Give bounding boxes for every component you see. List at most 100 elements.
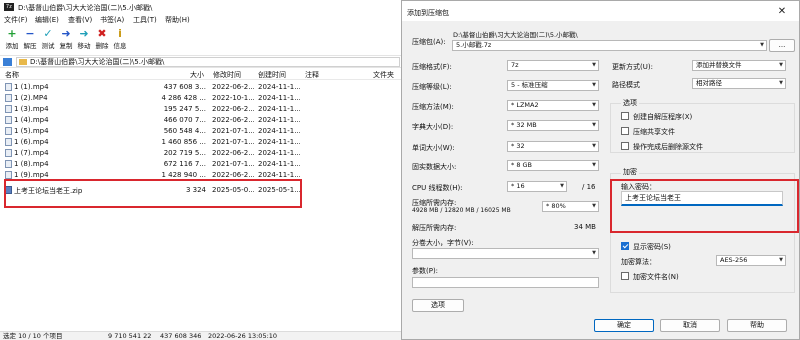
- sfx-label: 创建自解压程序(X): [633, 113, 693, 121]
- file-name: 1 (4).mp4: [14, 116, 49, 124]
- delete-after-checkbox[interactable]: [621, 142, 629, 150]
- chevron-down-icon: ▼: [760, 42, 764, 48]
- chevron-down-icon: ▼: [592, 250, 596, 256]
- video-file-icon: [5, 94, 12, 102]
- file-modified: 2022-06-2...: [212, 105, 254, 113]
- chevron-down-icon: ▼: [560, 183, 564, 189]
- file-list-header: 名称 大小 修改时间 创建时间 注释 文件夹: [0, 69, 401, 80]
- sfx-checkbox[interactable]: [621, 112, 629, 120]
- decompress-memory-value: 34 MB: [574, 223, 596, 231]
- file-size: 4 286 428 ...: [161, 94, 206, 102]
- parameters-input[interactable]: [412, 277, 599, 288]
- status-selected-size: 437 608 346: [160, 332, 202, 340]
- column-folders[interactable]: 文件夹: [373, 70, 394, 80]
- toolbar-delete-button[interactable]: ✖ 删除: [92, 27, 112, 53]
- path-mode-combobox[interactable]: 相对路径 ▼: [692, 78, 786, 89]
- file-modified: 2022-10-1...: [212, 94, 254, 102]
- method-combobox[interactable]: * LZMA2 ▼: [507, 100, 599, 111]
- format-combobox[interactable]: 7z ▼: [507, 60, 599, 71]
- parameters-label: 参数(P):: [412, 267, 439, 275]
- zip-file-highlight-box: [4, 179, 302, 208]
- file-name: 1 (7).mp4: [14, 149, 49, 157]
- toolbar-add-button[interactable]: + 添加: [2, 27, 22, 53]
- folder-up-icon[interactable]: [3, 58, 12, 66]
- file-created: 2024-11-1...: [258, 149, 300, 157]
- file-modified: 2022-06-2...: [212, 116, 254, 124]
- file-name: 1 (3).mp4: [14, 105, 49, 113]
- move-icon: ➜: [79, 27, 89, 40]
- threads-combobox[interactable]: * 16 ▼: [507, 181, 567, 192]
- split-volume-combobox[interactable]: ▼: [412, 248, 599, 259]
- file-created: 2024-11-1...: [258, 83, 300, 91]
- format-value: 7z: [511, 61, 519, 69]
- chevron-down-icon: ▼: [592, 162, 596, 168]
- memory-detail: 4928 MB / 12820 MB / 16025 MB: [412, 207, 511, 214]
- memory-usage-combobox[interactable]: * 80% ▼: [542, 201, 599, 212]
- encryption-method-combobox[interactable]: AES-256 ▼: [716, 255, 786, 266]
- file-modified: 2021-07-1...: [212, 138, 254, 146]
- file-name: 1 (5).mp4: [14, 127, 49, 135]
- column-created[interactable]: 创建时间: [258, 70, 286, 80]
- status-bar: 选定 10 / 10 个项目 9 710 541 22 437 608 346 …: [0, 331, 401, 340]
- chevron-down-icon: ▼: [592, 82, 596, 88]
- file-name: 1 (9).mp4: [14, 171, 49, 179]
- shared-files-checkbox[interactable]: [621, 127, 629, 135]
- file-manager-titlebar: 7z D:\基督山伯爵\习大大论治国(二)\5.小邮戳\: [0, 0, 401, 14]
- toolbar-extract-button[interactable]: − 解压: [20, 27, 40, 53]
- menu-tools[interactable]: 工具(T): [133, 15, 157, 25]
- word-size-combobox[interactable]: * 32 ▼: [507, 141, 599, 152]
- column-size[interactable]: 大小: [190, 70, 204, 80]
- path-mode-value: 相对路径: [696, 79, 722, 87]
- menu-help[interactable]: 帮助(H): [165, 15, 190, 25]
- file-modified: 2022-06-2...: [212, 171, 254, 179]
- solid-size-combobox[interactable]: * 8 GB ▼: [507, 160, 599, 171]
- encryption-group-title: 加密: [621, 167, 639, 177]
- file-created: 2024-11-1...: [258, 105, 300, 113]
- help-button[interactable]: 帮助: [727, 319, 787, 332]
- info-icon: i: [118, 27, 122, 40]
- file-created: 2024-11-1...: [258, 127, 300, 135]
- add-icon: +: [7, 27, 17, 40]
- column-modified[interactable]: 修改时间: [213, 70, 241, 80]
- options-button[interactable]: 选项: [412, 299, 464, 312]
- ok-button[interactable]: 确定: [594, 319, 654, 332]
- column-name[interactable]: 名称: [5, 70, 19, 80]
- path-mode-label: 路径模式: [612, 81, 640, 89]
- file-created: 2024-11-1...: [258, 160, 300, 168]
- encrypt-names-checkbox[interactable]: [621, 272, 629, 280]
- word-size-label: 单词大小(W):: [412, 144, 455, 152]
- toolbar-info-button[interactable]: i 信息: [110, 27, 130, 53]
- menu-edit[interactable]: 编辑(E): [35, 15, 59, 25]
- menu-file[interactable]: 文件(F): [4, 15, 28, 25]
- status-selection: 选定 10 / 10 个项目: [3, 332, 63, 340]
- dictionary-combobox[interactable]: * 32 MB ▼: [507, 120, 599, 131]
- toolbar-move-button[interactable]: ➜ 移动: [74, 27, 94, 53]
- encrypt-names-label: 加密文件名(N): [633, 273, 679, 281]
- update-mode-combobox[interactable]: 添加并替换文件 ▼: [692, 60, 786, 71]
- file-name: 1 (6).mp4: [14, 138, 49, 146]
- toolbar-copy-button[interactable]: ➜ 复制: [56, 27, 76, 53]
- menu-view[interactable]: 查看(V): [68, 15, 92, 25]
- address-input[interactable]: D:\基督山伯爵\习大大论治国(二)\5.小邮戳\: [16, 57, 400, 67]
- toolbar-label: 移动: [77, 42, 91, 50]
- archive-name-combobox[interactable]: 5.小邮戳.7z ▼: [452, 40, 767, 51]
- chevron-down-icon: ▼: [592, 203, 596, 209]
- column-comment[interactable]: 注释: [305, 70, 319, 80]
- level-value: 5 - 标准压缩: [511, 81, 548, 89]
- level-combobox[interactable]: 5 - 标准压缩 ▼: [507, 80, 599, 91]
- word-size-value: * 32: [511, 142, 525, 150]
- toolbar-test-button[interactable]: ✓ 测试: [38, 27, 58, 53]
- close-icon[interactable]: ✕: [773, 5, 791, 19]
- video-file-icon: [5, 138, 12, 146]
- menu-bookmarks[interactable]: 书签(A): [100, 15, 124, 25]
- folder-icon: [19, 59, 27, 65]
- browse-button[interactable]: ...: [769, 39, 795, 52]
- cancel-button[interactable]: 取消: [660, 319, 720, 332]
- address-text: D:\基督山伯爵\习大大论治国(二)\5.小邮戳\: [30, 58, 165, 66]
- file-name: 1 (8).mp4: [14, 160, 49, 168]
- toolbar-label: 复制: [59, 42, 73, 50]
- 7zip-logo-icon: 7z: [4, 3, 14, 11]
- add-to-archive-dialog: 添加到压缩包 ✕ 压缩包(A): D:\基督山伯爵\习大大论治国(二)\5.小邮…: [401, 0, 800, 340]
- show-password-checkbox[interactable]: [621, 242, 629, 250]
- encryption-method-label: 加密算法：: [621, 258, 656, 266]
